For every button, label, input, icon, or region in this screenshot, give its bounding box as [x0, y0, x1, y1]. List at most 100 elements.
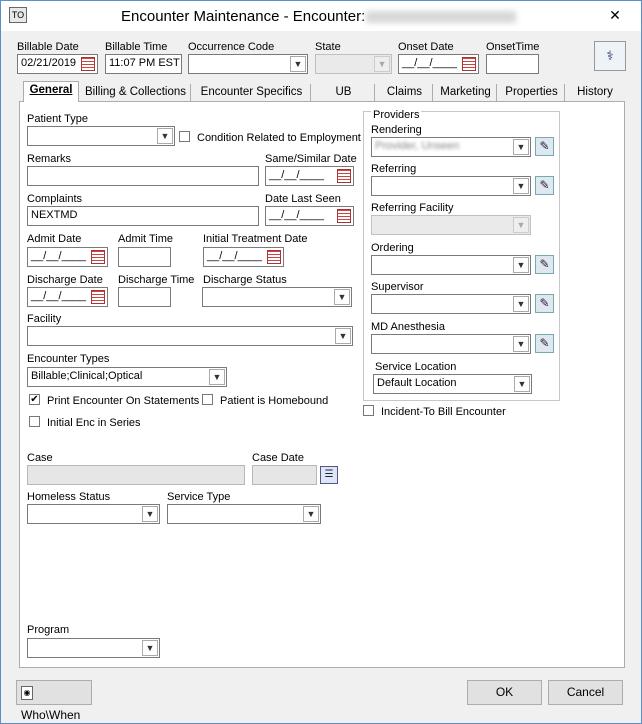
encounter-tool-icon[interactable]: ⚕: [594, 41, 626, 71]
discharge-status-select[interactable]: ▼: [202, 287, 352, 307]
occurrence-code-select[interactable]: ▼: [188, 54, 308, 74]
remarks-label: Remarks: [27, 153, 72, 165]
patient-type-select[interactable]: ▼: [27, 126, 175, 146]
initial-treatment-date-field[interactable]: __/__/____: [203, 247, 284, 267]
chevron-down-icon[interactable]: ▼: [513, 336, 529, 352]
discharge-status-label: Discharge Status: [203, 274, 287, 286]
condition-employment-checkbox[interactable]: [179, 131, 190, 142]
chevron-down-icon[interactable]: ▼: [514, 376, 530, 392]
discharge-time-field[interactable]: [118, 287, 171, 307]
chevron-down-icon[interactable]: ▼: [157, 128, 173, 144]
tab-properties-label: Properties: [505, 86, 558, 98]
program-select[interactable]: ▼: [27, 638, 160, 658]
service-type-select[interactable]: ▼: [167, 504, 321, 524]
ordering-select[interactable]: ▼: [371, 255, 531, 275]
date-last-seen-value: __/__/____: [269, 209, 325, 221]
app-icon: TO: [9, 7, 27, 23]
tab-marketing[interactable]: Marketing: [435, 84, 497, 102]
supervisor-picker-icon[interactable]: ✎: [535, 294, 554, 313]
encounter-types-label: Encounter Types: [27, 353, 110, 365]
chevron-down-icon[interactable]: ▼: [513, 257, 529, 273]
calendar-icon[interactable]: [91, 290, 105, 304]
referring-facility-select: ▼: [371, 215, 531, 235]
supervisor-select[interactable]: ▼: [371, 294, 531, 314]
encounter-types-select[interactable]: Billable;Clinical;Optical ▼: [27, 367, 227, 387]
billable-date-field[interactable]: 02/21/2019: [17, 54, 98, 74]
rendering-picker-icon[interactable]: ✎: [535, 137, 554, 156]
program-label: Program: [27, 624, 70, 636]
incident-to-label: Incident-To Bill Encounter: [381, 406, 506, 418]
calendar-icon[interactable]: [462, 57, 476, 71]
same-similar-date-label: Same/Similar Date: [265, 153, 357, 165]
admit-date-field[interactable]: __/__/____: [27, 247, 108, 267]
discharge-date-field[interactable]: __/__/____: [27, 287, 108, 307]
who-when-label: Who\When: [21, 708, 81, 722]
discharge-time-label: Discharge Time: [118, 274, 195, 286]
chevron-down-icon[interactable]: ▼: [142, 640, 158, 656]
homeless-status-select[interactable]: ▼: [27, 504, 160, 524]
chevron-down-icon[interactable]: ▼: [209, 369, 225, 385]
providers-group-label: Providers: [371, 109, 422, 121]
close-icon[interactable]: ✕: [601, 5, 629, 25]
calendar-icon[interactable]: [267, 250, 281, 264]
tab-ub-label: UB: [335, 86, 352, 98]
tab-billing-collections[interactable]: Billing & Collections: [81, 84, 191, 102]
tab-general-label: General: [29, 84, 73, 96]
ordering-label: Ordering: [371, 242, 414, 254]
onset-date-field[interactable]: __/__/____: [398, 54, 479, 74]
md-anesthesia-picker-icon[interactable]: ✎: [535, 334, 554, 353]
referring-picker-icon[interactable]: ✎: [535, 176, 554, 195]
tab-claims[interactable]: Claims: [377, 84, 433, 102]
initial-enc-checkbox[interactable]: [29, 416, 40, 427]
chevron-down-icon[interactable]: ▼: [335, 328, 351, 344]
print-on-statements-label: Print Encounter On Statements: [47, 395, 200, 407]
ok-button[interactable]: OK: [467, 680, 542, 705]
patient-type-label: Patient Type: [27, 113, 88, 125]
chevron-down-icon[interactable]: ▼: [513, 178, 529, 194]
tab-general[interactable]: General: [23, 81, 79, 102]
who-when-button[interactable]: ◉ Who\When: [16, 680, 92, 722]
service-location-select[interactable]: Default Location ▼: [373, 374, 532, 394]
initial-treatment-date-label: Initial Treatment Date: [203, 233, 308, 245]
md-anesthesia-select[interactable]: ▼: [371, 334, 531, 354]
admit-date-value: __/__/____: [31, 250, 87, 262]
onset-time-field[interactable]: [486, 54, 539, 74]
chevron-down-icon[interactable]: ▼: [142, 506, 158, 522]
calendar-icon[interactable]: [81, 57, 95, 71]
print-on-statements-checkbox[interactable]: ✔: [29, 394, 40, 405]
facility-select[interactable]: ▼: [27, 326, 353, 346]
calendar-icon[interactable]: [91, 250, 105, 264]
admit-time-field[interactable]: [118, 247, 171, 267]
case-date-field: [252, 465, 317, 485]
incident-to-checkbox[interactable]: [363, 405, 374, 416]
cancel-button[interactable]: Cancel: [548, 680, 623, 705]
tab-claims-label: Claims: [386, 86, 423, 98]
case-lookup-icon[interactable]: ☰: [320, 466, 338, 484]
tab-encounter-specifics[interactable]: Encounter Specifics: [193, 84, 311, 102]
rendering-value: Provider, Unseen: [375, 140, 460, 152]
calendar-icon[interactable]: [337, 169, 351, 183]
tab-history[interactable]: History: [567, 84, 623, 102]
case-label: Case: [27, 452, 53, 464]
calendar-icon[interactable]: [337, 209, 351, 223]
billable-time-field[interactable]: 11:07 PM EST: [105, 54, 182, 74]
complaints-field[interactable]: NEXTMD: [27, 206, 259, 226]
tab-ub[interactable]: UB: [313, 84, 375, 102]
chevron-down-icon[interactable]: ▼: [290, 56, 306, 72]
chevron-down-icon[interactable]: ▼: [513, 296, 529, 312]
tab-properties[interactable]: Properties: [499, 84, 565, 102]
chevron-down-icon[interactable]: ▼: [513, 139, 529, 155]
onset-date-label: Onset Date: [398, 41, 454, 53]
rendering-select[interactable]: Provider, Unseen ▼: [371, 137, 531, 157]
same-similar-date-field[interactable]: __/__/____: [265, 166, 354, 186]
tab-billing-label: Billing & Collections: [85, 86, 186, 98]
remarks-field[interactable]: [27, 166, 259, 186]
chevron-down-icon[interactable]: ▼: [334, 289, 350, 305]
billable-date-label: Billable Date: [17, 41, 79, 53]
referring-select[interactable]: ▼: [371, 176, 531, 196]
date-last-seen-field[interactable]: __/__/____: [265, 206, 354, 226]
homebound-checkbox[interactable]: [202, 394, 213, 405]
ordering-picker-icon[interactable]: ✎: [535, 255, 554, 274]
rendering-label: Rendering: [371, 124, 422, 136]
chevron-down-icon[interactable]: ▼: [303, 506, 319, 522]
